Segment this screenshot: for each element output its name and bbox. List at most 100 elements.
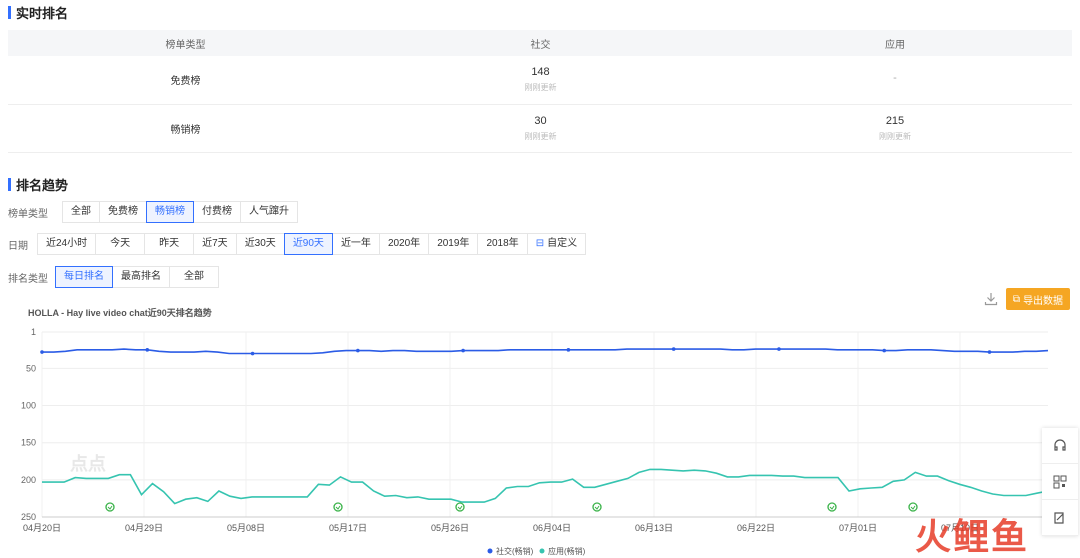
series-point [777,347,781,351]
x-tick-label: 07月01日 [839,523,877,533]
edit-icon [1054,511,1064,524]
rank-type-option-highest[interactable]: 最高排名 [112,266,170,288]
export-data-button[interactable]: ⧉ 导出数据 [1006,288,1070,310]
date-option-1y[interactable]: 近一年 [331,233,380,255]
col-header-app: 应用 [718,30,1072,56]
x-tick-label: 05月26日 [431,523,469,533]
rank-type-option-all[interactable]: 全部 [169,266,219,288]
export-icon: ⧉ [1012,293,1021,305]
legend-swatch [539,548,545,554]
list-type-option-trending[interactable]: 人气蹿升 [240,201,298,223]
realtime-title-text: 实时排名 [16,6,69,21]
update-status: 刚刚更新 [524,131,557,141]
series-point [145,348,150,352]
event-marker-icon [827,502,837,512]
social-rank-cell: 148 刚刚更新 [363,56,718,105]
date-option-24h[interactable]: 近24小时 [37,233,97,255]
date-option-90d[interactable]: 近90天 [283,233,333,255]
title-accent-bar [8,178,11,191]
series-line-1 [42,468,1049,505]
legend-swatch [487,548,493,554]
date-option-2020[interactable]: 2020年 [378,233,430,255]
event-marker-icon [333,502,343,512]
legend-label: 社交(畅销) [496,546,534,556]
date-option-30d[interactable]: 近30天 [235,233,285,255]
legend-label: 应用(畅销) [548,546,586,556]
table-header-row: 榜单类型 社交 应用 [8,30,1072,56]
row-type: 免费榜 [8,56,363,105]
series-point [566,348,571,352]
title-accent-bar [8,6,11,19]
app-rank-value: - [893,71,897,84]
y-tick-label: 150 [21,438,36,448]
date-option-custom[interactable]: ⊟ 自定义 [526,233,587,255]
y-tick-label: 50 [26,363,36,373]
col-header-list-type: 榜单类型 [8,30,363,56]
list-type-option-all[interactable]: 全部 [62,201,100,223]
social-rank-cell: 30 刚刚更新 [363,104,718,153]
date-option-yesterday[interactable]: 昨天 [144,233,195,255]
qrcode-tool[interactable] [1042,464,1078,500]
series-point [40,350,44,354]
x-tick-label: 06月13日 [635,523,673,533]
app-rank-value: 215 [885,114,905,127]
series-point [461,348,465,353]
date-option-2018[interactable]: 2018年 [477,233,528,255]
realtime-rank-table: 榜单类型 社交 应用 免费榜 148 刚刚更新 - 畅销榜 30 刚刚更新 21… [8,30,1072,153]
custom-date-label: 自定义 [547,238,578,249]
realtime-section-title: 实时排名 [8,3,68,22]
x-tick-label: 06月04日 [533,523,571,533]
date-label: 日期 [8,240,28,252]
col-header-social: 社交 [363,30,718,56]
event-marker-icon [455,502,465,512]
rank-type-filter: 排名类型 每日排名 最高排名 全部 [8,266,219,288]
list-type-option-paid[interactable]: 付费榜 [193,201,241,223]
x-tick-label: 05月17日 [329,523,367,533]
event-marker-icon [592,502,602,512]
series-line-0 [42,348,1049,355]
list-type-label: 榜单类型 [8,208,48,220]
app-rank-cell: - [718,56,1072,105]
list-type-option-free[interactable]: 免费榜 [99,201,147,223]
x-tick-label: 04月20日 [23,523,61,533]
x-tick-label: 05月08日 [227,523,265,533]
event-marker-icon [105,502,115,512]
social-rank-value: 148 [531,66,550,79]
y-tick-label: 200 [21,475,36,485]
corner-logo-watermark: 火鲤鱼 [915,516,1030,557]
diandian-watermark: 点点 [70,453,106,474]
y-tick-label: 100 [21,401,36,411]
list-type-option-grossing[interactable]: 畅销榜 [146,201,194,223]
rank-type-option-daily[interactable]: 每日排名 [55,266,113,288]
qrcode-icon [1053,475,1067,488]
social-rank-value: 30 [534,114,547,127]
feedback-tool[interactable] [1042,500,1078,536]
side-toolbar [1042,428,1078,536]
rank-type-label: 排名类型 [8,273,48,285]
headset-icon [1054,438,1066,451]
series-point [882,348,887,353]
row-type: 畅销榜 [8,104,363,153]
export-label: 导出数据 [1023,295,1064,307]
series-point [671,347,676,351]
date-filter: 日期 近24小时 今天 昨天 近7天 近30天 近90天 近一年 2020年 2… [8,233,587,255]
series-point [250,351,255,356]
trend-section-title: 排名趋势 [8,175,68,194]
series-point [356,348,360,353]
date-option-2019[interactable]: 2019年 [428,233,479,255]
y-tick-label: 1 [31,327,36,337]
trend-title-text: 排名趋势 [16,178,69,193]
date-option-7d[interactable]: 近7天 [193,233,237,255]
table-row: 免费榜 148 刚刚更新 - [8,56,1072,105]
app-rank-cell: 215 刚刚更新 [718,104,1072,153]
chart-title: HOLLA - Hay live video chat近90天排名趋势 [28,308,212,318]
update-status: 刚刚更新 [524,83,557,93]
calendar-icon: ⊟ [535,238,545,249]
series-point [987,350,992,354]
table-row: 畅销榜 30 刚刚更新 215 刚刚更新 [8,104,1072,153]
support-tool[interactable] [1042,428,1078,464]
date-option-today[interactable]: 今天 [95,233,146,255]
x-tick-label: 04月29日 [125,523,163,533]
list-type-filter: 榜单类型 全部 免费榜 畅销榜 付费榜 人气蹿升 [8,201,298,223]
download-icon[interactable] [984,292,998,306]
